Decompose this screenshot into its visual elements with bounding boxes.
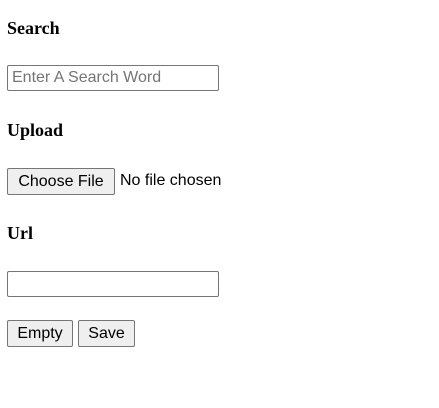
file-status-text: No file chosen — [120, 172, 222, 189]
choose-file-button[interactable]: Choose File — [7, 168, 115, 195]
url-heading: Url — [7, 223, 33, 243]
url-input[interactable] — [7, 271, 219, 297]
upload-heading: Upload — [7, 120, 64, 140]
search-input[interactable] — [7, 65, 219, 91]
search-heading: Search — [7, 18, 60, 38]
page: Search Upload Choose File No file chosen… — [0, 0, 439, 408]
empty-button[interactable]: Empty — [7, 320, 73, 347]
save-button[interactable]: Save — [78, 320, 135, 347]
